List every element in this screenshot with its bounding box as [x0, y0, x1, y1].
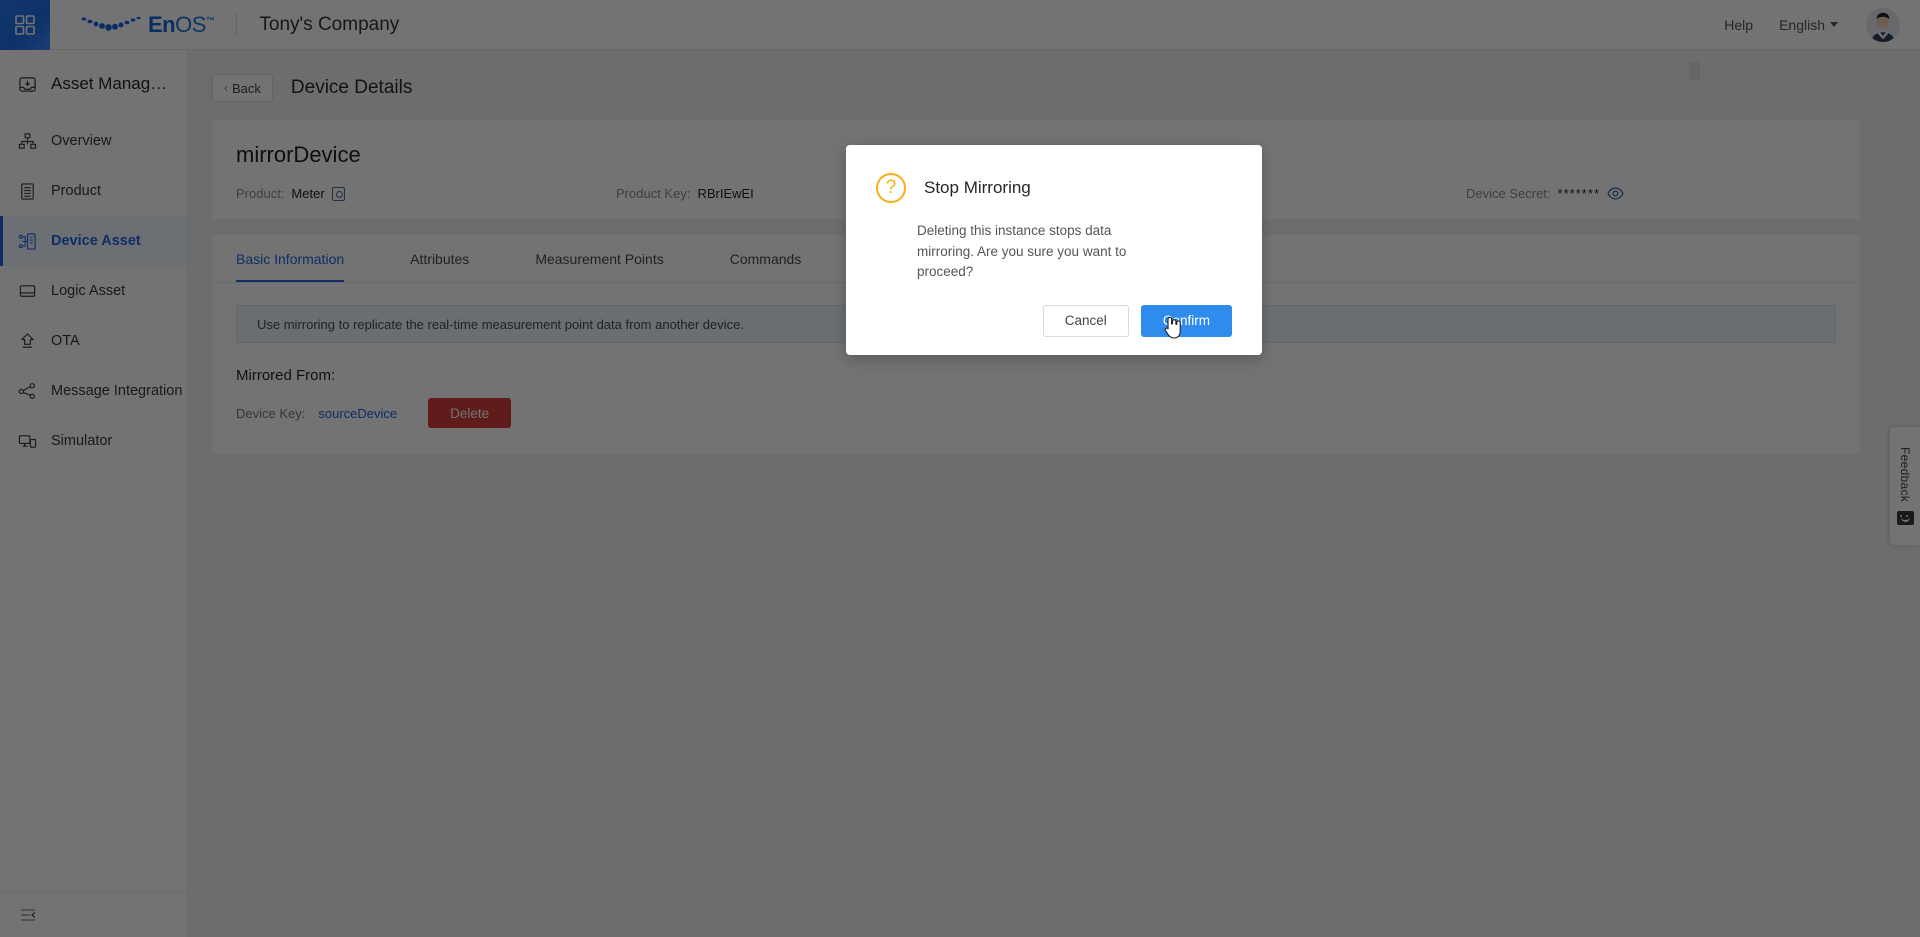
dialog-actions: Cancel Confirm: [846, 283, 1262, 337]
cancel-button[interactable]: Cancel: [1042, 304, 1129, 337]
app-root: EnOS™ Tony's Company Help English: [0, 0, 1920, 937]
stop-mirroring-dialog: ? Stop Mirroring Deleting this instance …: [846, 145, 1262, 355]
modal-overlay[interactable]: [0, 0, 1920, 937]
confirm-button[interactable]: Confirm: [1140, 304, 1232, 337]
dialog-message: Deleting this instance stops data mirror…: [917, 223, 1127, 280]
dialog-title: Stop Mirroring: [924, 178, 1031, 197]
dialog-header: ? Stop Mirroring: [846, 145, 1262, 203]
question-mark-icon: ?: [876, 173, 906, 203]
